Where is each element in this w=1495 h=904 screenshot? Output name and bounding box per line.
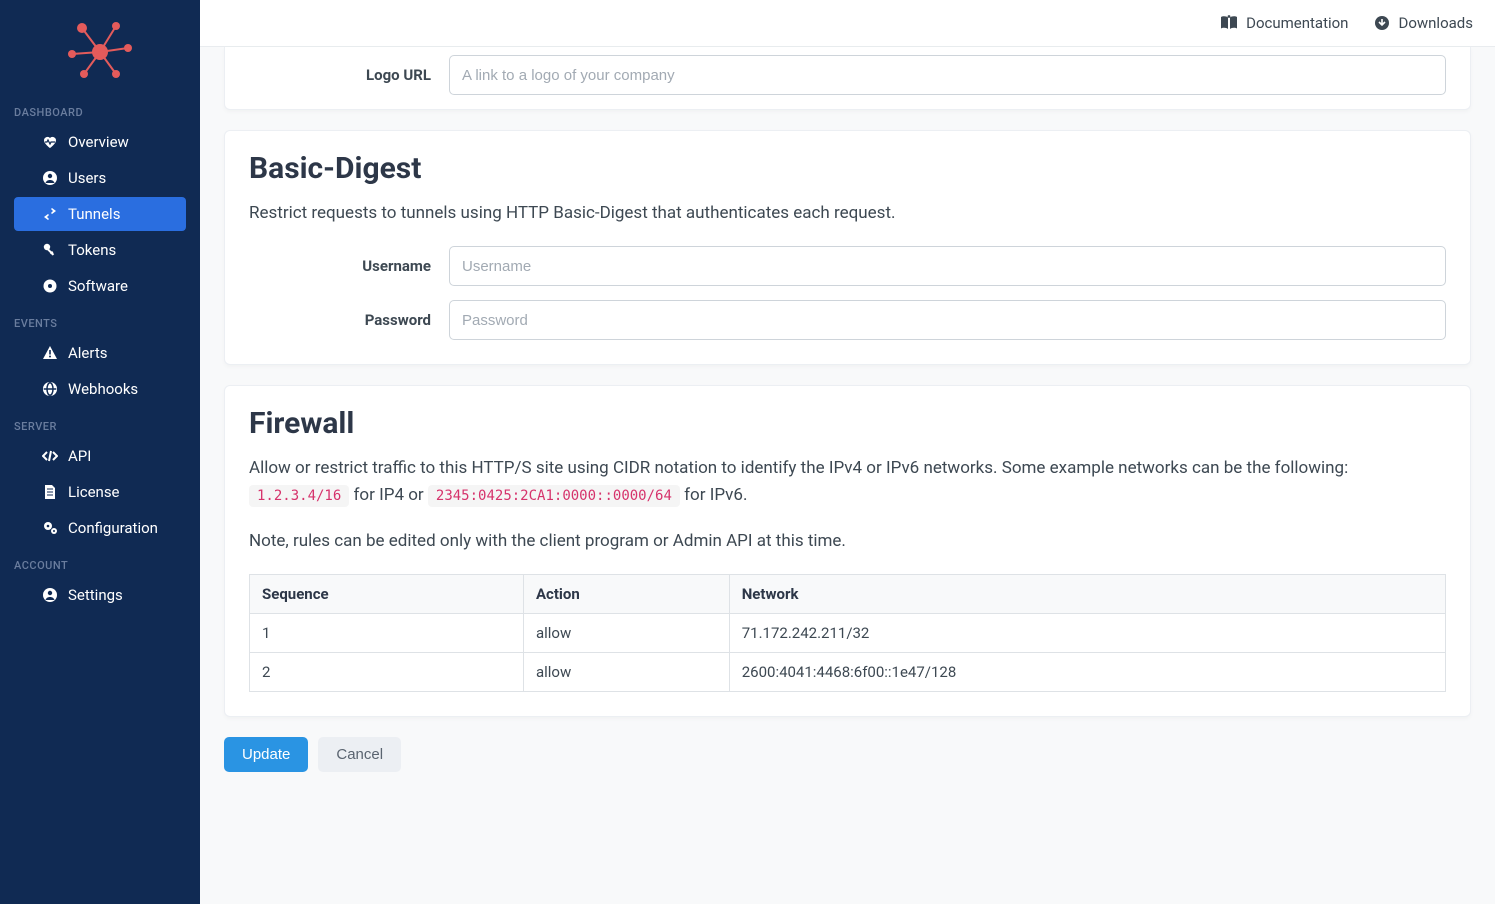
sidebar-item-settings[interactable]: Settings	[14, 578, 186, 612]
password-label: Password	[249, 311, 449, 329]
firewall-table: Sequence Action Network 1 allow 71.172.2…	[249, 574, 1446, 692]
sidebar-section-server: SERVER	[0, 408, 200, 439]
col-action: Action	[523, 575, 729, 614]
sidebar-item-label: Tokens	[68, 241, 116, 259]
firewall-example-ipv4: 1.2.3.4/16	[249, 485, 349, 507]
firewall-description: Allow or restrict traffic to this HTTP/S…	[249, 455, 1446, 508]
action-buttons: Update Cancel	[224, 737, 1471, 772]
sidebar-item-label: Configuration	[68, 519, 158, 537]
sidebar-item-label: Overview	[68, 133, 129, 151]
firewall-title: Firewall	[249, 406, 1446, 441]
cell-sequence: 2	[250, 653, 524, 692]
cell-network: 71.172.242.211/32	[729, 614, 1445, 653]
username-input[interactable]	[449, 246, 1446, 286]
cell-network: 2600:4041:4468:6f00::1e47/128	[729, 653, 1445, 692]
sidebar-item-tokens[interactable]: Tokens	[14, 233, 186, 267]
firewall-desc-mid2: for IPv6.	[684, 485, 747, 505]
link-label: Documentation	[1246, 14, 1348, 32]
logo-url-card: Logo URL	[224, 47, 1471, 110]
disc-icon	[42, 278, 58, 294]
sidebar-item-license[interactable]: License	[14, 475, 186, 509]
sidebar-item-webhooks[interactable]: Webhooks	[14, 372, 186, 406]
firewall-note: Note, rules can be edited only with the …	[249, 528, 1446, 554]
alert-triangle-icon	[42, 345, 58, 361]
basic-digest-title: Basic-Digest	[249, 151, 1446, 186]
sidebar-item-label: Alerts	[68, 344, 108, 362]
sidebar-item-software[interactable]: Software	[14, 269, 186, 303]
cogs-icon	[42, 520, 58, 536]
exchange-icon	[42, 206, 58, 222]
firewall-desc-pre: Allow or restrict traffic to this HTTP/S…	[249, 458, 1348, 478]
col-sequence: Sequence	[250, 575, 524, 614]
update-button[interactable]: Update	[224, 737, 308, 772]
col-network: Network	[729, 575, 1445, 614]
documentation-link[interactable]: Documentation	[1220, 14, 1348, 32]
sidebar-section-dashboard: DASHBOARD	[0, 94, 200, 125]
firewall-desc-mid1: for IP4 or	[354, 485, 428, 505]
sidebar-item-label: Webhooks	[68, 380, 138, 398]
password-input[interactable]	[449, 300, 1446, 340]
topbar: Documentation Downloads	[200, 0, 1495, 47]
code-icon	[42, 448, 58, 464]
sidebar-item-label: Users	[68, 169, 106, 187]
sidebar-section-events: EVENTS	[0, 305, 200, 336]
sidebar-item-alerts[interactable]: Alerts	[14, 336, 186, 370]
sidebar-section-account: ACCOUNT	[0, 547, 200, 578]
sidebar: DASHBOARD Overview Users Tunnels Tokens	[0, 0, 200, 904]
table-row: 1 allow 71.172.242.211/32	[250, 614, 1446, 653]
cell-action: allow	[523, 614, 729, 653]
heartbeat-icon	[42, 134, 58, 150]
key-icon	[42, 242, 58, 258]
sidebar-item-configuration[interactable]: Configuration	[14, 511, 186, 545]
network-logo-icon	[64, 18, 136, 80]
sidebar-item-overview[interactable]: Overview	[14, 125, 186, 159]
sidebar-item-label: Settings	[68, 586, 123, 604]
logo-url-input[interactable]	[449, 55, 1446, 95]
downloads-link[interactable]: Downloads	[1374, 14, 1473, 32]
cancel-button[interactable]: Cancel	[318, 737, 401, 772]
sidebar-item-users[interactable]: Users	[14, 161, 186, 195]
download-icon	[1374, 15, 1390, 31]
sidebar-item-label: Tunnels	[68, 205, 120, 223]
basic-digest-description: Restrict requests to tunnels using HTTP …	[249, 200, 1446, 226]
user-circle-icon	[42, 170, 58, 186]
link-label: Downloads	[1398, 14, 1473, 32]
user-circle-icon	[42, 587, 58, 603]
sidebar-item-tunnels[interactable]: Tunnels	[14, 197, 186, 231]
logo-url-label: Logo URL	[249, 66, 449, 84]
sidebar-item-api[interactable]: API	[14, 439, 186, 473]
sidebar-item-label: API	[68, 447, 91, 465]
cell-sequence: 1	[250, 614, 524, 653]
table-row: 2 allow 2600:4041:4468:6f00::1e47/128	[250, 653, 1446, 692]
app-logo	[0, 0, 200, 94]
file-icon	[42, 484, 58, 500]
globe-icon	[42, 381, 58, 397]
firewall-card: Firewall Allow or restrict traffic to th…	[224, 385, 1471, 717]
book-icon	[1220, 15, 1238, 31]
firewall-example-ipv6: 2345:0425:2CA1:0000::0000/64	[428, 485, 680, 507]
basic-digest-card: Basic-Digest Restrict requests to tunnel…	[224, 130, 1471, 365]
username-label: Username	[249, 257, 449, 275]
sidebar-item-label: Software	[68, 277, 128, 295]
sidebar-item-label: License	[68, 483, 120, 501]
cell-action: allow	[523, 653, 729, 692]
